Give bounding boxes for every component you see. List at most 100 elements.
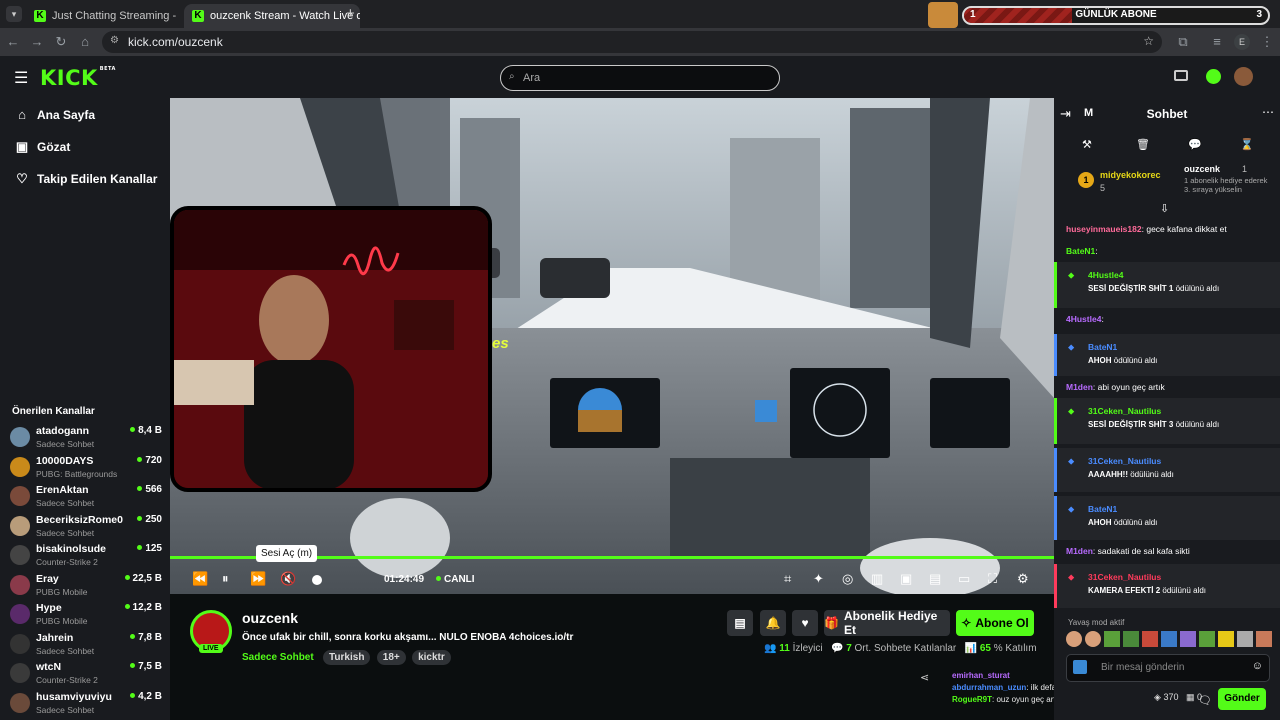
live-indicator[interactable]: CANLI <box>436 574 475 585</box>
star-icon: ✧ <box>961 616 972 630</box>
chat-settings-icon[interactable]: ⋯ <box>1262 105 1274 119</box>
emote-picker-icon[interactable] <box>1073 660 1087 674</box>
sidebar-channel[interactable]: 10000DAYS PUBG: Battlegrounds 720 <box>10 453 162 481</box>
reward-redemption: ⬥ 4Hustle4 SESİ DEĞİŞTİR SHİT 1 ödülünü al… <box>1054 262 1280 308</box>
sidebar-item-browse[interactable]: ▣ Gözat <box>14 139 71 155</box>
sidebar-channel[interactable]: Eray PUBG Mobile 22,5 B <box>10 571 162 599</box>
theater-icon[interactable]: ▤ <box>929 571 941 587</box>
smiley-icon[interactable]: ☺ <box>1252 660 1263 672</box>
sidebar-channel[interactable]: husamviyuviyu Sadece Sohbet 4,2 B <box>10 689 162 717</box>
follow-button[interactable]: ♥ <box>792 610 818 636</box>
search-input[interactable]: ⌕ Ara <box>500 65 780 91</box>
tab-search-button[interactable]: ▾ <box>6 6 22 22</box>
volume-slider-knob[interactable] <box>312 575 322 585</box>
muted-volume-icon[interactable]: 🔇 <box>280 571 296 587</box>
site-info-icon[interactable]: ⚙ <box>110 35 119 46</box>
notification-bell-button[interactable]: 🔔 <box>760 610 786 636</box>
sidebar-channel[interactable]: Hype PUBG Mobile 12,2 B <box>10 600 162 628</box>
profile-avatar[interactable]: E <box>1234 34 1250 50</box>
video-player[interactable]: 4Choices <box>170 98 1054 594</box>
chat-username[interactable]: 31Ceken_Nautilus <box>1088 406 1161 416</box>
tag-mature[interactable]: 18+ <box>376 650 406 665</box>
chat-username[interactable]: 4Hustle4 <box>1088 270 1123 280</box>
chat-input[interactable]: Bir mesaj gönderin ☺ <box>1066 654 1270 682</box>
sidebar-item-home[interactable]: ⌂ Ana Sayfa <box>14 107 95 122</box>
stats-icon[interactable]: ▥ <box>871 571 883 587</box>
chat-username[interactable]: 31Ceken_Nautilus <box>1088 456 1161 466</box>
url-text: kick.com/ouzcenk <box>128 35 223 49</box>
sidebar-channel[interactable]: BeceriksizRome0 Sadece Sohbet 250 <box>10 512 162 540</box>
menu-dots-icon[interactable]: ⋮ <box>1256 34 1278 50</box>
avatar <box>10 456 30 477</box>
viewer-count: 22,5 B <box>125 573 162 584</box>
category-link[interactable]: Sadece Sohbet <box>242 652 314 663</box>
drops-icon[interactable] <box>1174 70 1188 81</box>
channel-category: PUBG: Battlegrounds <box>36 468 118 479</box>
subscribe-button[interactable]: ✧ Abone Ol <box>956 610 1034 636</box>
channel-info: LIVE ouzcenk Önce ufak bir chill, sonra … <box>170 594 1164 720</box>
chat-message: M1den: sadakati de sal kafa sikti <box>1066 546 1190 556</box>
pause-icon[interactable]: ⏸ <box>222 571 229 587</box>
sidebar-channel[interactable]: ErenAktan Sadece Sohbet 566 <box>10 482 162 510</box>
user-avatar[interactable] <box>1234 67 1253 86</box>
chat-username[interactable]: huseyinmaueis182 <box>1066 224 1142 234</box>
sidebar-channel[interactable]: Jahrein Sadece Sohbet 7,8 B <box>10 630 162 658</box>
chat-username[interactable]: BateN1 <box>1088 342 1117 352</box>
share-icon[interactable]: ⋖ <box>920 671 929 684</box>
chat-bubble-icon[interactable]: 🗨 <box>1198 694 1212 707</box>
rewind-icon[interactable]: ⏪ <box>192 571 208 587</box>
url-input[interactable]: ⚙ kick.com/ouzcenk ☆ <box>102 31 1162 53</box>
channel-name[interactable]: ouzcenk <box>242 610 298 626</box>
back-icon[interactable]: ← <box>2 34 24 49</box>
cast-icon[interactable]: ▭ <box>958 571 970 587</box>
avatar <box>10 663 30 683</box>
goal-bar: 1 GÜNLÜK ABONE 3 <box>962 6 1270 25</box>
gift-subscription-button[interactable]: 🎁 Abonelik Hediye Et <box>824 609 950 637</box>
forward-icon[interactable]: ⏩ <box>250 571 266 587</box>
fullscreen-icon[interactable]: ⛶ <box>988 571 997 587</box>
hamburger-menu-icon[interactable]: ☰ <box>14 68 28 88</box>
kick-points-icon[interactable] <box>1206 69 1221 84</box>
sidebar-channel[interactable]: atadogann Sadece Sohbet 8,4 B <box>10 423 162 451</box>
chat-username[interactable]: BateN1 <box>1066 246 1095 256</box>
viewer-count: 12,2 B <box>125 602 162 613</box>
settings-gear-icon[interactable]: ⚙ <box>1017 571 1029 587</box>
chat-username[interactable]: 31Ceken_Nautilus <box>1088 572 1161 582</box>
chat-username[interactable]: BateN1 <box>1088 504 1117 514</box>
media-icon[interactable]: ≡ <box>1206 34 1228 49</box>
sidebar-channel[interactable]: wtcN Counter-Strike 2 7,5 B <box>10 659 162 687</box>
tag-language[interactable]: Turkish <box>323 650 371 665</box>
chat-popout-button[interactable]: ▤ <box>727 610 753 636</box>
bookmark-star-icon[interactable]: ☆ <box>1143 34 1154 48</box>
home-icon[interactable]: ⌂ <box>74 34 96 49</box>
top-gifter-count: 5 <box>1100 183 1106 193</box>
tag-kicktr[interactable]: kicktr <box>412 650 451 665</box>
tab-ouzcenk[interactable]: K ouzcenk Stream - Watch Live o ✕ <box>184 4 360 28</box>
top-gifter-name[interactable]: midyekokorec <box>1100 170 1161 180</box>
avatar <box>10 604 30 624</box>
pin-icon[interactable]: ⇩ <box>1160 202 1169 215</box>
send-button[interactable]: Gönder <box>1218 688 1266 710</box>
chat-points: ◈ 370 ▦ 0 <box>1154 692 1203 702</box>
speed-icon[interactable]: ◎ <box>842 571 853 587</box>
pip-icon[interactable]: ▣ <box>900 571 912 587</box>
sidebar-channel[interactable]: bisakinolsude Counter-Strike 2 125 <box>10 541 162 569</box>
viewer-count: 8,4 B <box>130 425 162 436</box>
reload-icon[interactable]: ↻ <box>50 34 72 50</box>
chat-username[interactable]: M1den <box>1066 382 1093 392</box>
clip-icon[interactable]: ⌗ <box>784 571 791 587</box>
chat-username[interactable]: 4Hustle4 <box>1066 314 1101 324</box>
message-icon[interactable]: 💬 <box>1188 138 1202 151</box>
chat-username[interactable]: M1den <box>1066 546 1093 556</box>
trash-icon[interactable]: 🗑 <box>1136 138 1150 151</box>
sidebar-item-following[interactable]: ♡ Takip Edilen Kanallar <box>14 171 157 187</box>
kick-logo[interactable]: KICK BETA <box>40 66 116 90</box>
forward-icon[interactable]: → <box>26 34 48 49</box>
sparkle-icon[interactable]: ✦ <box>813 571 824 587</box>
tab-title: ouzcenk Stream - Watch Live o <box>210 10 360 22</box>
hourglass-icon[interactable]: ⌛ <box>1240 138 1254 151</box>
extensions-icon[interactable]: ⧉ <box>1172 34 1194 50</box>
tab-just-chatting[interactable]: K Just Chatting Streaming - Live S ✕ <box>26 4 180 28</box>
new-tab-button[interactable]: + <box>346 5 355 22</box>
hammer-icon[interactable]: ⚒ <box>1082 138 1092 151</box>
